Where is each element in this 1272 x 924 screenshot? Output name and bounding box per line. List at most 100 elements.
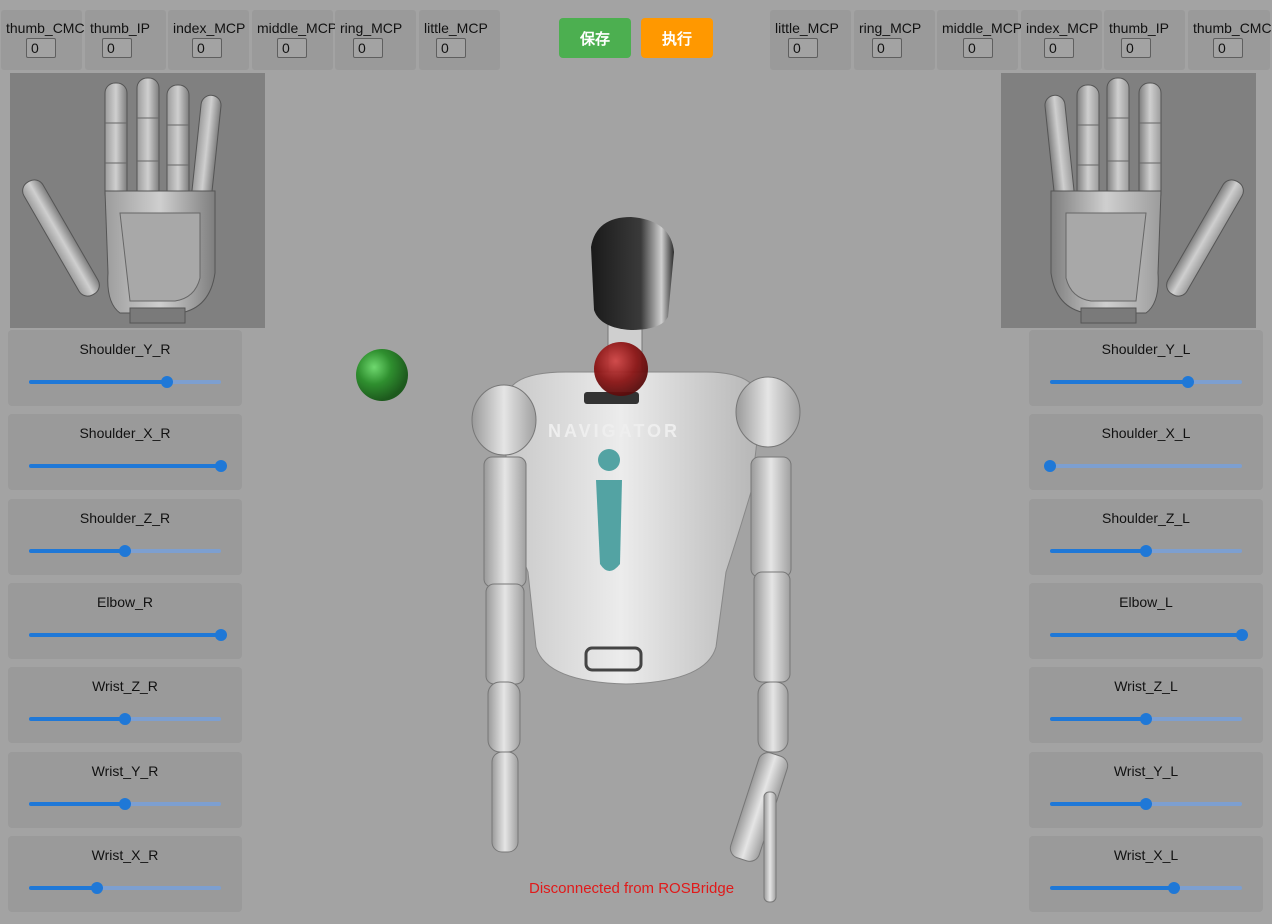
joint-slider[interactable] — [29, 628, 227, 641]
joint-slider[interactable] — [1050, 628, 1248, 641]
joint-slider-box: Shoulder_Z_R — [8, 498, 242, 575]
joint-slider-fill — [29, 885, 98, 890]
finger-label: little_MCP — [775, 20, 839, 36]
joint-slider-box: Shoulder_Y_R — [8, 330, 242, 406]
joint-slider-fill — [1050, 717, 1146, 722]
finger-box: little_MCP — [770, 10, 851, 70]
joint-slider-thumb[interactable] — [1182, 376, 1195, 388]
joint-slider-label: Shoulder_Y_R — [79, 341, 171, 357]
finger-input-left-thumb-cmc[interactable] — [1213, 38, 1243, 58]
execute-button[interactable]: 执行 — [641, 18, 713, 58]
joint-slider-label: Wrist_Y_L — [1113, 762, 1179, 779]
finger-label: index_MCP — [173, 20, 246, 36]
joint-slider-label: Wrist_Z_L — [1114, 678, 1178, 695]
finger-input-left-little-mcp[interactable] — [788, 38, 818, 58]
finger-input-right-index-mcp[interactable] — [192, 38, 222, 58]
finger-box: ring_MCP — [335, 10, 416, 70]
finger-box: thumb_IP — [1104, 10, 1185, 70]
joint-slider-thumb[interactable] — [119, 544, 131, 557]
connection-status: Disconnected from ROSBridge — [529, 880, 735, 897]
joint-slider-fill — [29, 380, 168, 384]
finger-box: middle_MCP — [937, 10, 1023, 70]
left-hand-view[interactable] — [1001, 73, 1256, 328]
finger-label: thumb_CMC — [6, 20, 85, 36]
finger-box: thumb_CMC — [1, 10, 85, 70]
joint-slider[interactable] — [1050, 797, 1242, 810]
joint-slider[interactable] — [1050, 881, 1242, 894]
finger-label: thumb_CMC — [1193, 20, 1272, 36]
joint-slider-box: Wrist_Y_R — [8, 751, 242, 828]
finger-box: index_MCP — [168, 10, 249, 70]
joint-slider-thumb[interactable] — [1167, 881, 1180, 894]
finger-input-right-little-mcp[interactable] — [436, 38, 466, 58]
finger-box: little_MCP — [419, 10, 500, 70]
finger-label: index_MCP — [1026, 20, 1099, 36]
joint-slider-label: Shoulder_X_R — [79, 425, 171, 442]
joint-slider-box: Elbow_R — [8, 582, 242, 659]
finger-input-right-middle-mcp[interactable] — [277, 38, 307, 58]
joint-slider-thumb[interactable] — [1044, 460, 1056, 473]
finger-label: ring_MCP — [340, 20, 403, 36]
finger-box: thumb_IP — [85, 10, 166, 70]
joint-slider-thumb[interactable] — [1236, 628, 1248, 641]
finger-label: middle_MCP — [942, 20, 1023, 36]
joint-slider-fill — [1050, 632, 1242, 637]
joint-slider-thumb[interactable] — [215, 628, 227, 641]
target-sphere-red — [594, 342, 648, 396]
joint-slider-thumb[interactable] — [1140, 544, 1152, 557]
joint-slider-box: Shoulder_X_R — [8, 414, 242, 491]
joint-slider-label: Shoulder_Y_L — [1101, 341, 1191, 357]
joint-slider[interactable] — [29, 544, 221, 557]
finger-label: thumb_IP — [1109, 20, 1169, 36]
joint-slider-box: Wrist_X_R — [8, 835, 242, 912]
joint-slider-fill — [1050, 380, 1189, 384]
joint-slider[interactable] — [29, 376, 221, 388]
joint-slider-thumb[interactable] — [119, 797, 131, 810]
joint-slider[interactable] — [1044, 460, 1242, 473]
finger-input-right-ring-mcp[interactable] — [353, 38, 383, 58]
joint-slider-label: Wrist_X_R — [91, 846, 159, 863]
joint-slider-box: Wrist_Y_L — [1029, 751, 1263, 828]
joint-slider[interactable] — [29, 713, 221, 726]
joint-slider-fill — [29, 548, 125, 553]
finger-input-left-index-mcp[interactable] — [1044, 38, 1074, 58]
joint-slider-box: Shoulder_Z_L — [1029, 498, 1263, 575]
joint-slider[interactable] — [29, 460, 227, 473]
joint-slider-thumb[interactable] — [1140, 797, 1152, 810]
right-hand-view[interactable] — [10, 73, 265, 328]
joint-slider[interactable] — [1050, 376, 1242, 388]
joint-slider-box: Wrist_X_L — [1029, 835, 1263, 912]
left-hand-model — [1044, 77, 1244, 324]
finger-input-left-thumb-ip[interactable] — [1121, 38, 1151, 58]
joint-slider-thumb[interactable] — [215, 460, 227, 473]
joint-slider-box: Shoulder_X_L — [1029, 414, 1263, 491]
joint-slider[interactable] — [29, 881, 221, 894]
joint-slider-thumb[interactable] — [91, 881, 104, 894]
joint-slider-fill — [29, 717, 125, 722]
target-sphere-green — [356, 349, 408, 401]
joint-slider-label: Wrist_Y_R — [91, 762, 159, 779]
joint-slider-label: Elbow_L — [1119, 593, 1173, 610]
joint-slider-box: Wrist_Z_R — [8, 667, 242, 744]
joint-slider-label: Shoulder_Z_R — [79, 509, 171, 526]
joint-slider-fill — [1050, 801, 1146, 806]
joint-slider-thumb[interactable] — [119, 713, 131, 726]
joint-slider[interactable] — [1050, 713, 1242, 726]
joint-slider-thumb[interactable] — [1140, 713, 1152, 726]
robot-3d-viewport[interactable]: NAVIGATOR — [266, 72, 1006, 919]
chest-logo: NAVIGATOR — [548, 421, 680, 441]
finger-input-right-thumb-cmc[interactable] — [26, 38, 56, 58]
joint-slider-thumb[interactable] — [161, 376, 174, 388]
joint-slider-label: Wrist_Z_R — [92, 678, 158, 695]
finger-input-right-thumb-ip[interactable] — [102, 38, 132, 58]
finger-input-left-middle-mcp[interactable] — [963, 38, 993, 58]
save-button[interactable]: 保存 — [559, 18, 631, 58]
joint-slider[interactable] — [1050, 544, 1242, 557]
joint-slider-box: Elbow_L — [1029, 582, 1263, 659]
joint-slider[interactable] — [29, 797, 221, 810]
finger-box: thumb_CMC — [1188, 10, 1272, 70]
finger-input-left-ring-mcp[interactable] — [872, 38, 902, 58]
finger-box: middle_MCP — [252, 10, 337, 70]
joint-slider-fill — [1050, 548, 1146, 553]
joint-slider-label: Shoulder_X_L — [1101, 425, 1191, 442]
